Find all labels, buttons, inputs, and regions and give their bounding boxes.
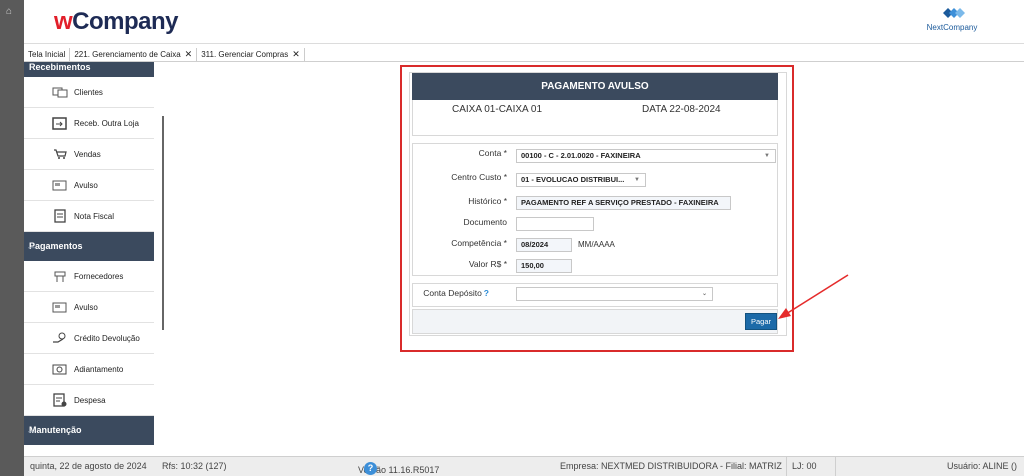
hand-money-icon [52,331,68,345]
sidebar-item-avulso-pag[interactable]: Avulso [24,292,154,323]
collapse-icon[interactable]: — [28,234,35,263]
supplier-icon [52,269,68,283]
collapse-icon[interactable]: — [28,418,35,447]
tab-gerenciamento-caixa[interactable]: 221. Gerenciamento de Caixa ✕ [70,48,198,61]
help-icon[interactable]: ? [364,462,377,475]
transfer-icon [52,116,68,130]
document-icon [52,209,68,223]
sidebar-item-adiantamento[interactable]: Adiantamento [24,354,154,385]
close-icon[interactable]: ✕ [292,49,300,59]
app-header: wCompany NextCompany [24,0,1024,44]
home-icon[interactable]: ⌂ [6,6,12,17]
status-rfs: Rfs: 10:32 (127) [162,461,227,471]
status-lj: LJ: 00 [792,461,817,471]
cash-icon [52,362,68,376]
left-rail: ⌂ [0,0,24,476]
nextcompany-logo: NextCompany [922,4,982,38]
status-separator [786,457,787,476]
sidebar-item-avulso-receb[interactable]: Avulso [24,170,154,201]
tab-gerenciar-compras[interactable]: 311. Gerenciar Compras ✕ [197,48,305,61]
sidebar-scrollbar[interactable] [162,116,164,330]
status-bar: quinta, 22 de agosto de 2024 Rfs: 10:32 … [24,456,1024,476]
register-icon [52,300,68,314]
annotation-arrow-icon [778,274,849,319]
status-separator [835,457,836,476]
sidebar-item-credito-devolucao[interactable]: Crédito Devolução [24,323,154,354]
sidebar-item-despesa[interactable]: Despesa [24,385,154,416]
sidebar-item-clientes[interactable]: Clientes [24,77,154,108]
cart-icon [52,147,68,161]
tab-bar: Tela Inicial 221. Gerenciamento de Caixa… [24,48,1024,62]
section-pagamentos[interactable]: — Pagamentos [24,232,154,261]
sidebar-item-fornecedores[interactable]: Fornecedores [24,261,154,292]
sidebar-item-nota-fiscal[interactable]: Nota Fiscal [24,201,154,232]
expense-icon [52,393,68,407]
clients-icon [52,85,68,99]
section-recebimentos[interactable]: Recebimentos [24,62,154,77]
company-logo: wCompany [54,8,179,35]
section-manutencao[interactable]: — Manutenção [24,416,154,445]
sidebar-item-receb-outra-loja[interactable]: Receb. Outra Loja [24,108,154,139]
register-icon [52,178,68,192]
status-usuario: Usuário: ALINE () [947,461,1018,471]
highlight-box [400,65,794,352]
close-icon[interactable]: ✕ [185,49,193,59]
tab-tela-inicial[interactable]: Tela Inicial [24,48,71,61]
sidebar-item-vendas[interactable]: Vendas [24,139,154,170]
sidebar-menu: Recebimentos Clientes Receb. Outra Loja … [24,62,154,454]
status-empresa: Empresa: NEXTMED DISTRIBUIDORA - Filial:… [560,461,782,471]
status-datetime: quinta, 22 de agosto de 2024 [30,461,147,471]
